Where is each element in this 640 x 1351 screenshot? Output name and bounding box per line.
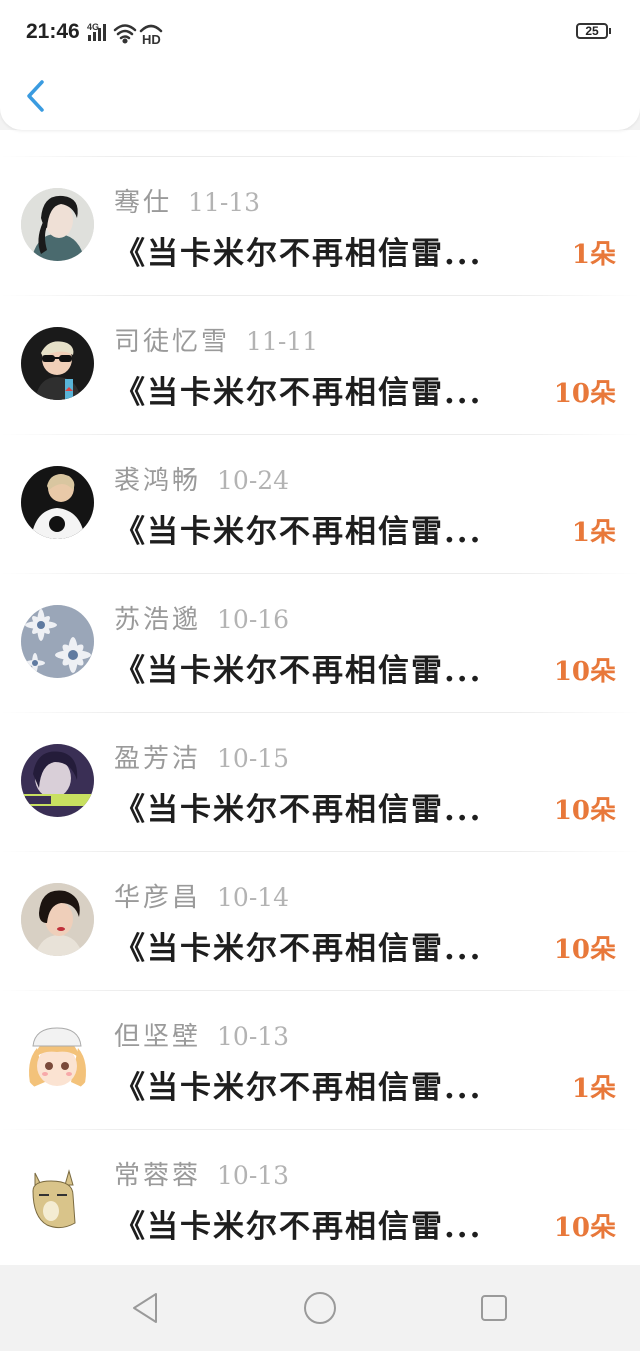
nav-home-icon[interactable]: [302, 1290, 338, 1326]
svg-text:HD: HD: [142, 32, 161, 46]
avatar[interactable]: [21, 605, 94, 678]
sender-name: 盈芳洁 10-15: [114, 744, 290, 774]
flower-count: 10朵: [553, 657, 616, 687]
sender-name: 司徒忆雪 11-11: [114, 327, 319, 357]
send-date: 10-15: [217, 744, 290, 773]
avatar[interactable]: [21, 744, 94, 817]
avatar[interactable]: [21, 1022, 94, 1095]
battery-icon: 25: [576, 23, 608, 39]
avatar[interactable]: [21, 466, 94, 539]
send-date: 10-24: [217, 466, 290, 495]
status-icons: 4G HD: [87, 22, 163, 46]
wifi-icon: [113, 24, 137, 44]
avatar[interactable]: [21, 1161, 94, 1234]
list-item[interactable]: 盈芳洁 10-15 《当卡米尔不再相信雷... 10朵: [0, 712, 640, 850]
list-item[interactable]: 常蓉蓉 10-13 《当卡米尔不再相信雷... 10朵: [0, 1129, 640, 1265]
top-bar: 21:46 4G HD 25: [0, 0, 640, 130]
book-title: 《当卡米尔不再相信雷...: [114, 1070, 483, 1106]
list-item[interactable]: 但坚壁 10-13 《当卡米尔不再相信雷... 1朵: [0, 990, 640, 1128]
status-time: 21:46: [26, 20, 80, 43]
sender-name: 但坚壁 10-13: [114, 1022, 290, 1052]
battery-tip: [609, 28, 611, 34]
book-title: 《当卡米尔不再相信雷...: [114, 514, 483, 550]
divider: [0, 434, 640, 435]
divider: [0, 851, 640, 852]
flower-list: 骞仕 11-13 《当卡米尔不再相信雷... 1朵 司徒忆雪 11-11 《当卡米尔…: [0, 130, 640, 1265]
divider: [0, 295, 640, 296]
back-button[interactable]: [22, 76, 50, 116]
send-date: 10-14: [217, 883, 290, 912]
svg-text:4G: 4G: [87, 22, 99, 32]
send-date: 11-13: [188, 188, 261, 217]
book-title: 《当卡米尔不再相信雷...: [114, 1209, 483, 1245]
flower-count: 10朵: [553, 379, 616, 409]
flower-count: 10朵: [553, 935, 616, 965]
network-4g-icon: 4G: [87, 22, 106, 41]
divider: [0, 156, 640, 157]
nav-recents-icon[interactable]: [476, 1290, 512, 1326]
list-item[interactable]: 华彦昌 10-14 《当卡米尔不再相信雷... 10朵: [0, 851, 640, 989]
flower-count: 10朵: [553, 1213, 616, 1243]
nav-back-icon[interactable]: [128, 1290, 164, 1326]
sender-name: 华彦昌 10-14: [114, 883, 290, 913]
divider: [0, 990, 640, 991]
flower-count: 1朵: [571, 240, 616, 270]
divider: [0, 712, 640, 713]
chevron-left-icon: [27, 80, 44, 112]
divider: [0, 1129, 640, 1130]
flower-count: 1朵: [571, 1074, 616, 1104]
book-title: 《当卡米尔不再相信雷...: [114, 236, 483, 272]
send-date: 10-16: [217, 605, 290, 634]
list-item[interactable]: 司徒忆雪 11-11 《当卡米尔不再相信雷... 10朵: [0, 295, 640, 433]
send-date: 10-13: [217, 1022, 290, 1051]
avatar[interactable]: [21, 883, 94, 956]
sender-name: 常蓉蓉 10-13: [114, 1161, 290, 1191]
sender-name: 裘鸿畅 10-24: [114, 466, 290, 496]
list-item[interactable]: 苏浩邈 10-16 《当卡米尔不再相信雷... 10朵: [0, 573, 640, 711]
sender-name: 苏浩邈 10-16: [114, 605, 290, 635]
hd-icon: HD: [139, 24, 163, 46]
book-title: 《当卡米尔不再相信雷...: [114, 792, 483, 828]
divider: [0, 573, 640, 574]
send-date: 11-11: [246, 327, 319, 356]
flower-count: 10朵: [553, 796, 616, 826]
sender-name: 骞仕 11-13: [114, 188, 261, 218]
send-date: 10-13: [217, 1161, 290, 1190]
list-item[interactable]: 裘鸿畅 10-24 《当卡米尔不再相信雷... 1朵: [0, 434, 640, 572]
book-title: 《当卡米尔不再相信雷...: [114, 931, 483, 967]
list-item[interactable]: 骞仕 11-13 《当卡米尔不再相信雷... 1朵: [0, 156, 640, 294]
system-nav-bar: [0, 1265, 640, 1351]
flower-count: 1朵: [571, 518, 616, 548]
book-title: 《当卡米尔不再相信雷...: [114, 653, 483, 689]
avatar[interactable]: [21, 327, 94, 400]
avatar[interactable]: [21, 188, 94, 261]
book-title: 《当卡米尔不再相信雷...: [114, 375, 483, 411]
